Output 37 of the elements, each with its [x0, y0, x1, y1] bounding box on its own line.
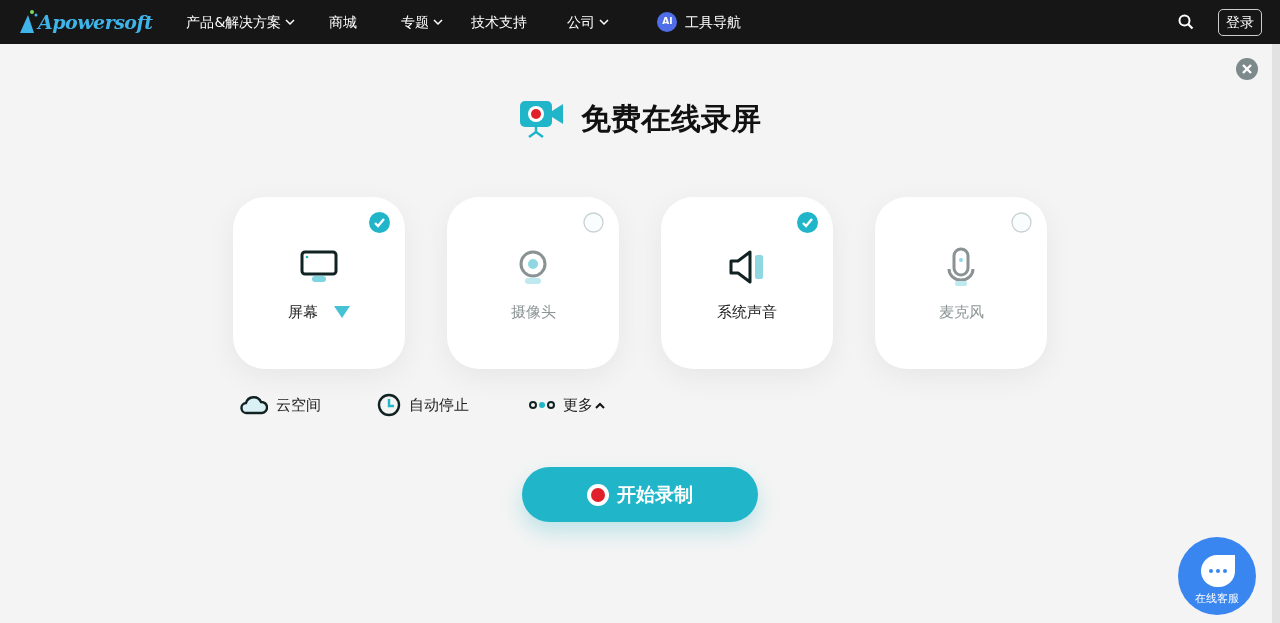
close-icon[interactable]	[1236, 58, 1258, 80]
clock-icon	[377, 393, 401, 417]
online-support-button[interactable]: 在线客服	[1178, 537, 1256, 615]
source-label: 摄像头	[510, 302, 556, 323]
nav-link-item[interactable]: 技术支持	[471, 11, 528, 33]
option-button[interactable]: 云空间	[240, 393, 321, 417]
nav-link-item[interactable]: 商城	[329, 11, 358, 33]
nav-link-item[interactable]: 专题	[401, 11, 444, 33]
nav-link-item[interactable]: AI 工具导航	[657, 11, 742, 33]
video-camera-icon	[519, 98, 565, 139]
dropdown-triangle-icon[interactable]	[334, 306, 350, 319]
unchecked-icon[interactable]	[583, 212, 604, 233]
monitor-icon	[300, 250, 338, 284]
page-title: 免费在线录屏	[581, 100, 761, 138]
source-label: 屏幕	[288, 302, 318, 323]
login-button[interactable]: 登录	[1218, 8, 1262, 36]
scrollbar[interactable]	[1272, 44, 1280, 623]
checked-icon[interactable]	[797, 212, 818, 233]
microphone-icon	[946, 247, 976, 287]
option-button[interactable]: 自动停止	[377, 393, 469, 417]
source-label: 麦克风	[938, 302, 984, 323]
source-card[interactable]: 系统声音	[661, 197, 833, 369]
source-card[interactable]: 屏幕	[233, 197, 405, 369]
source-label: 系统声音	[717, 302, 777, 323]
record-icon	[587, 483, 609, 506]
nav-link-item[interactable]: 产品&解决方案	[186, 11, 296, 33]
option-button[interactable]: 更多	[529, 393, 605, 417]
checked-icon[interactable]	[369, 212, 390, 233]
cloud-icon	[240, 395, 268, 415]
logo-icon	[18, 9, 38, 35]
search-icon[interactable]	[1178, 14, 1194, 30]
unchecked-icon[interactable]	[1011, 212, 1032, 233]
ai-badge: AI	[657, 12, 678, 32]
speaker-icon	[728, 250, 766, 284]
dots-icon	[529, 400, 555, 410]
logo[interactable]: Apowersoft	[38, 7, 153, 37]
nav-link-item[interactable]: 公司	[567, 11, 610, 33]
